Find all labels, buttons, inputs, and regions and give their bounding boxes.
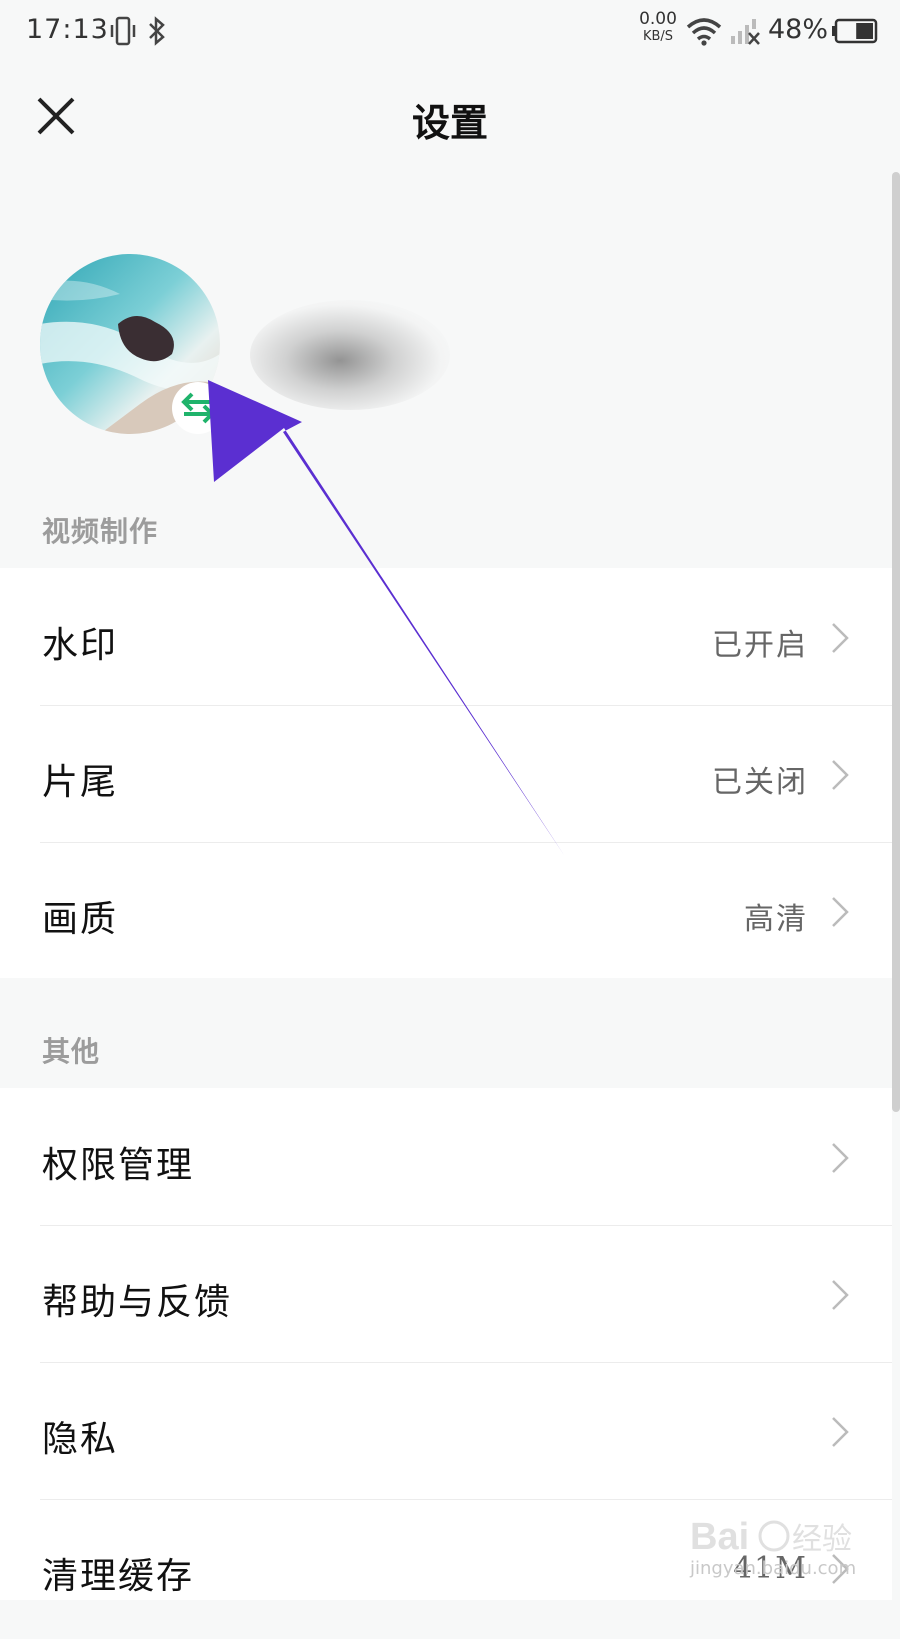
row-label: 清理缓存: [42, 1556, 195, 1597]
chevron-right-icon: [832, 1417, 849, 1447]
chevron-right-icon: [832, 760, 849, 790]
network-speed: 0.00 KB/S: [636, 9, 680, 44]
row-value: 已开启: [712, 628, 808, 663]
signal-icon: [731, 19, 760, 45]
svg-text:Bai: Bai: [690, 1516, 749, 1558]
row-value: 已关闭: [712, 765, 808, 800]
network-speed-value: 0.00: [639, 9, 677, 29]
settings-row-help-feedback[interactable]: 帮助与反馈: [0, 1225, 892, 1365]
network-speed-unit: KB/S: [642, 29, 674, 44]
bluetooth-icon: [149, 16, 165, 46]
settings-row-permissions[interactable]: 权限管理: [0, 1088, 892, 1228]
switch-account-button[interactable]: [172, 382, 224, 434]
swap-arrows-icon: [181, 392, 215, 424]
wifi-icon: [686, 18, 722, 46]
settings-row-ending[interactable]: 片尾 已关闭: [0, 705, 892, 845]
row-label: 权限管理: [42, 1145, 195, 1186]
row-label: 画质: [42, 899, 119, 940]
status-bar: 17:13 0.00 KB/S 48%: [0, 0, 900, 64]
blurred-username: [250, 300, 450, 410]
settings-row-privacy[interactable]: 隐私: [0, 1362, 892, 1502]
battery-percent: 48%: [768, 14, 829, 45]
chevron-right-icon: [832, 1143, 849, 1173]
status-time: 17:13: [26, 14, 109, 45]
section-title-other: 其他: [42, 1035, 101, 1068]
page-title: 设置: [411, 100, 488, 145]
settings-group-video: 水印 已开启 片尾 已关闭 画质 高清: [0, 568, 892, 978]
vibrate-icon: [110, 16, 136, 46]
section-title-video: 视频制作: [42, 515, 159, 548]
svg-text:经验: 经验: [792, 1522, 852, 1557]
settings-row-watermark[interactable]: 水印 已开启: [0, 568, 892, 708]
watermark-url: jingyan.baidu.com: [690, 1558, 857, 1579]
settings-row-quality[interactable]: 画质 高清: [0, 842, 892, 982]
chevron-right-icon: [832, 623, 849, 653]
row-value: 高清: [744, 902, 808, 937]
row-label: 隐私: [42, 1419, 119, 1460]
chevron-right-icon: [832, 897, 849, 927]
row-label: 帮助与反馈: [42, 1282, 233, 1323]
row-label: 片尾: [42, 762, 119, 803]
scrollbar[interactable]: [892, 172, 900, 1112]
battery-icon: [832, 18, 878, 44]
chevron-right-icon: [832, 1280, 849, 1310]
row-label: 水印: [42, 625, 119, 666]
